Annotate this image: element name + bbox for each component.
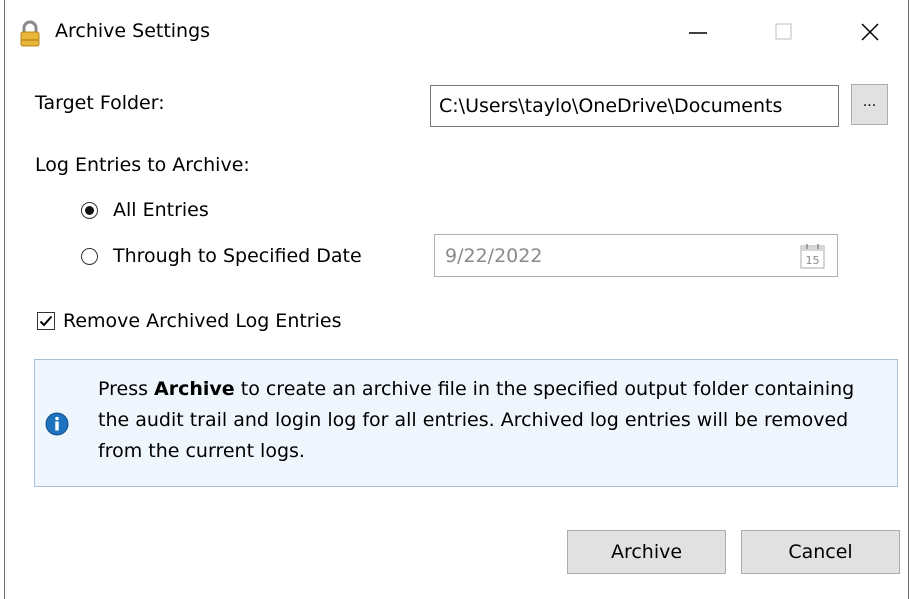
info-text-bold: Archive xyxy=(154,378,235,400)
date-picker[interactable]: 9/22/2022 15 xyxy=(434,234,838,277)
radio-button-selected[interactable] xyxy=(81,201,98,219)
radio-through-date-label: Through to Specified Date xyxy=(113,245,362,267)
remove-archived-checkbox-row[interactable]: Remove Archived Log Entries xyxy=(37,310,342,332)
remove-archived-label: Remove Archived Log Entries xyxy=(63,310,342,332)
window-title: Archive Settings xyxy=(55,20,211,42)
archive-settings-window: Archive Settings Target Folder: C:\Users… xyxy=(4,0,909,599)
target-folder-input[interactable]: C:\Users\taylo\OneDrive\Documents xyxy=(430,85,839,127)
maximize-button[interactable] xyxy=(746,0,822,64)
close-button[interactable] xyxy=(832,0,908,64)
checkmark-icon xyxy=(39,315,53,327)
date-value: 9/22/2022 xyxy=(445,244,543,267)
maximize-icon xyxy=(775,23,792,40)
log-entries-label: Log Entries to Archive: xyxy=(35,154,250,176)
remove-archived-checkbox[interactable] xyxy=(37,312,55,330)
radio-all-entries-label: All Entries xyxy=(113,199,209,221)
padlock-icon xyxy=(20,20,40,47)
cancel-button[interactable]: Cancel xyxy=(741,530,900,574)
minimize-icon xyxy=(689,32,707,34)
calendar-day-text: 15 xyxy=(806,254,820,267)
info-text: Press Archive to create an archive file … xyxy=(98,374,888,467)
info-panel: Press Archive to create an archive file … xyxy=(34,359,898,487)
browse-button[interactable]: ... xyxy=(851,84,888,125)
info-text-prefix: Press xyxy=(98,378,155,400)
archive-button[interactable]: Archive xyxy=(567,530,726,574)
info-icon xyxy=(45,412,69,436)
title-bar[interactable]: Archive Settings xyxy=(5,0,908,64)
radio-through-date[interactable]: Through to Specified Date xyxy=(81,245,362,267)
calendar-icon[interactable]: 15 xyxy=(800,243,825,269)
minimize-button[interactable] xyxy=(660,0,736,64)
close-icon xyxy=(861,23,879,41)
target-folder-label: Target Folder: xyxy=(35,92,165,114)
radio-all-entries[interactable]: All Entries xyxy=(81,199,209,221)
radio-button-unselected[interactable] xyxy=(81,247,98,265)
